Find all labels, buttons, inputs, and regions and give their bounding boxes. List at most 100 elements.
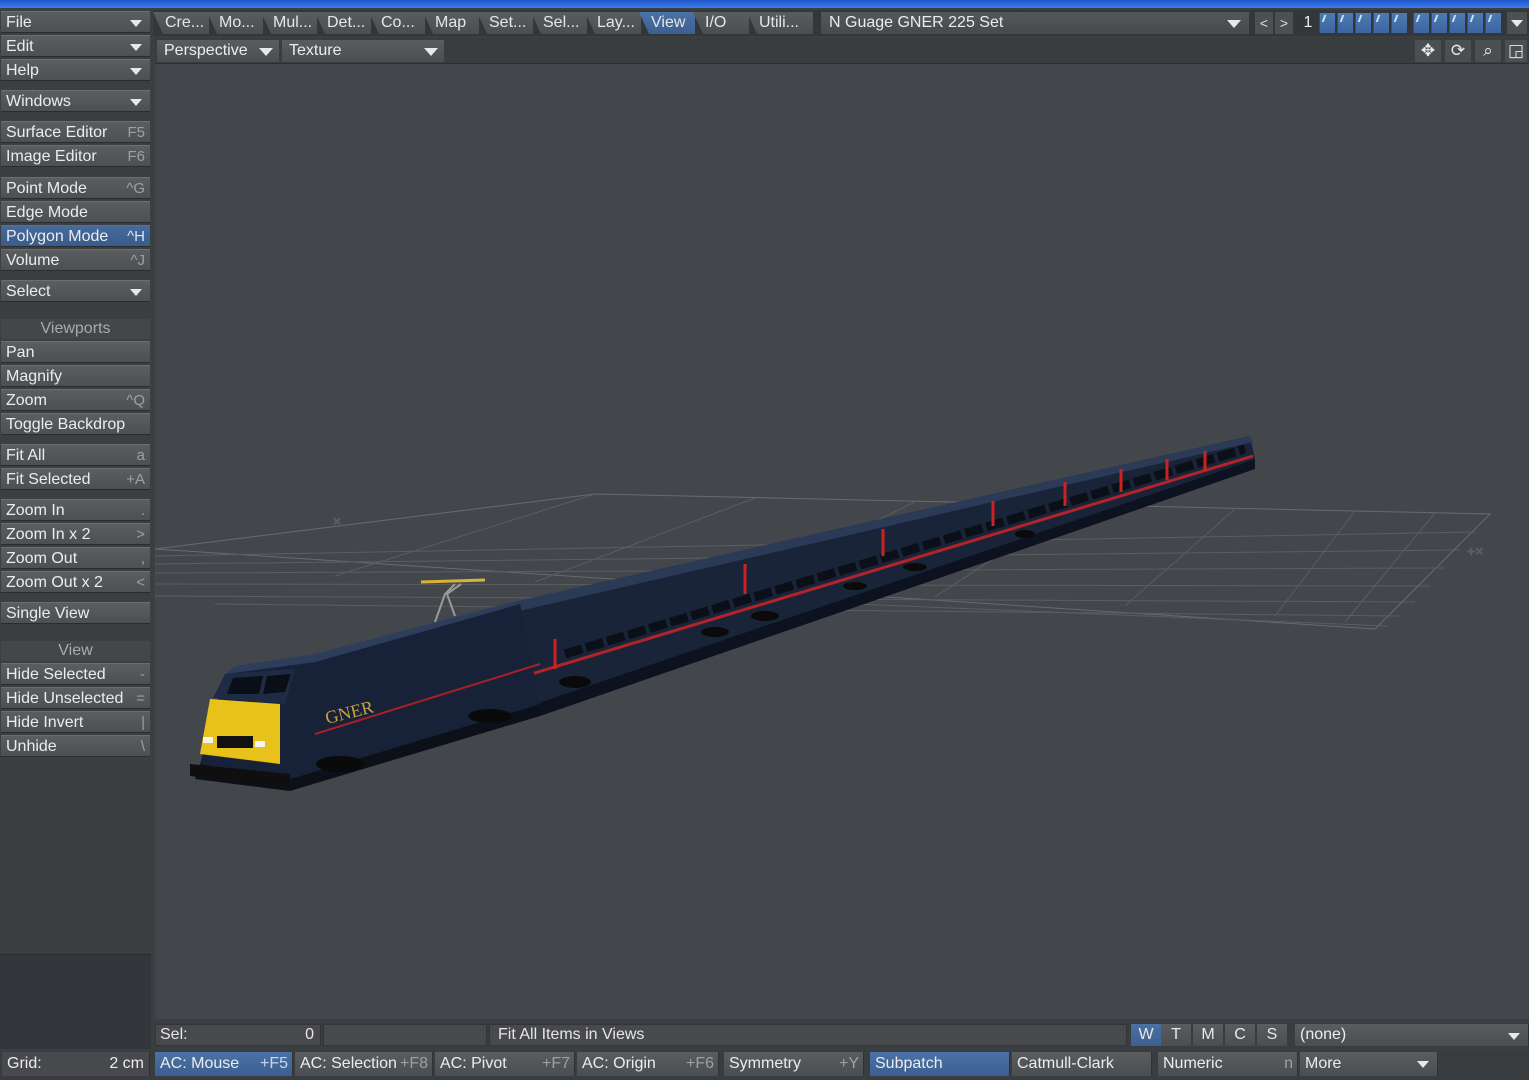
- polygon-mode-button[interactable]: Polygon Mode ^H: [1, 225, 150, 247]
- tab-create[interactable]: Cre...: [153, 12, 209, 34]
- shortcut-hint: <: [136, 574, 145, 591]
- tab-io[interactable]: I/O: [693, 12, 749, 34]
- morph-map-button[interactable]: M: [1193, 1024, 1223, 1046]
- tab-view[interactable]: View: [639, 12, 695, 34]
- single-view-button[interactable]: Single View: [1, 602, 150, 624]
- shortcut-hint: +F7: [541, 1055, 570, 1072]
- zoom-view-icon[interactable]: ⌕: [1475, 40, 1501, 62]
- layer-slot[interactable]: [1391, 13, 1407, 33]
- status-hint: Fit All Items in Views: [489, 1024, 1127, 1046]
- point-mode-button[interactable]: Point Mode ^G: [1, 177, 150, 199]
- layer-slot[interactable]: [1373, 13, 1389, 33]
- maximize-view-icon[interactable]: ◲: [1505, 40, 1527, 62]
- zoom-out-x2-button[interactable]: Zoom Out x 2 <: [1, 571, 150, 593]
- file-menu[interactable]: File: [1, 11, 150, 33]
- button-label: Unhide: [6, 738, 57, 755]
- fit-all-button[interactable]: Fit All a: [1, 444, 150, 466]
- shortcut-hint: \: [140, 738, 145, 755]
- tab-multiply[interactable]: Mul...: [261, 12, 317, 34]
- subpatch-type-button[interactable]: Catmull-Clark: [1012, 1052, 1152, 1076]
- button-label: Zoom Out x 2: [6, 574, 103, 591]
- subpatch-button[interactable]: Subpatch: [870, 1052, 1010, 1076]
- layer-slot[interactable]: [1319, 13, 1335, 33]
- button-label: Zoom: [6, 392, 47, 409]
- tab-construct[interactable]: Co...: [369, 12, 425, 34]
- tab-detail[interactable]: Det...: [315, 12, 371, 34]
- ac-pivot-button[interactable]: AC: Pivot +F7: [435, 1052, 575, 1076]
- unhide-button[interactable]: Unhide \: [1, 735, 150, 757]
- button-label: Hide Unselected: [6, 690, 124, 707]
- shortcut-hint: >: [136, 526, 145, 543]
- button-label: Catmull-Clark: [1017, 1055, 1114, 1072]
- symmetry-button[interactable]: Symmetry +Y: [724, 1052, 864, 1076]
- button-label: Edge Mode: [6, 204, 88, 221]
- layer-slot[interactable]: [1467, 13, 1483, 33]
- layer-slot[interactable]: [1449, 13, 1465, 33]
- surface-editor-button[interactable]: Surface Editor F5: [1, 121, 150, 143]
- toggle-backdrop-button[interactable]: Toggle Backdrop: [1, 413, 150, 435]
- file-menu-label: File: [6, 14, 32, 31]
- button-label: Symmetry: [729, 1055, 801, 1072]
- edit-menu[interactable]: Edit: [1, 35, 150, 57]
- layer-slot[interactable]: [1355, 13, 1371, 33]
- perspective-viewport[interactable]: × +× GNER: [155, 64, 1529, 1019]
- tab-select[interactable]: Sel...: [531, 12, 587, 34]
- ac-selection-button[interactable]: AC: Selection +F8: [295, 1052, 433, 1076]
- chevron-left-icon: <: [1259, 15, 1269, 31]
- layer-menu-button[interactable]: [1507, 12, 1527, 34]
- zoom-in-button[interactable]: Zoom In.: [1, 499, 150, 521]
- edge-mode-button[interactable]: Edge Mode: [1, 201, 150, 223]
- ac-mouse-button[interactable]: AC: Mouse +F5: [155, 1052, 293, 1076]
- select-menu[interactable]: Select: [1, 280, 150, 302]
- next-layer-button[interactable]: >: [1275, 12, 1293, 34]
- magnify-button[interactable]: Magnify: [1, 365, 150, 387]
- tab-layout[interactable]: Lay...: [585, 12, 641, 34]
- render-mode-dropdown[interactable]: Texture: [282, 40, 444, 62]
- tab-map[interactable]: Map: [423, 12, 479, 34]
- chevron-down-icon: [1508, 1033, 1520, 1040]
- tab-utilities[interactable]: Utili...: [747, 12, 813, 34]
- windows-menu[interactable]: Windows: [1, 90, 150, 112]
- more-menu[interactable]: More: [1300, 1052, 1438, 1076]
- hide-selected-button[interactable]: Hide Selected -: [1, 663, 150, 685]
- image-editor-button[interactable]: Image Editor F6: [1, 145, 150, 167]
- status-bar-top: Sel: 0 Fit All Items in Views W T M C S …: [155, 1022, 1529, 1048]
- numeric-button[interactable]: Numeric n: [1158, 1052, 1298, 1076]
- layer-slot[interactable]: [1337, 13, 1353, 33]
- hide-invert-button[interactable]: Hide Invert |: [1, 711, 150, 733]
- ac-origin-button[interactable]: AC: Origin +F6: [577, 1052, 719, 1076]
- layer-slot[interactable]: [1431, 13, 1447, 33]
- shortcut-hint: +F8: [399, 1055, 428, 1072]
- grid-size-display: Grid: 2 cm: [2, 1052, 150, 1076]
- prev-layer-button[interactable]: <: [1255, 12, 1273, 34]
- layer-slot[interactable]: [1485, 13, 1501, 33]
- zoom-out-button[interactable]: Zoom Out,: [1, 547, 150, 569]
- projection-dropdown[interactable]: Perspective: [157, 40, 279, 62]
- tab-setup[interactable]: Set...: [477, 12, 533, 34]
- fit-selected-button[interactable]: Fit Selected +A: [1, 468, 150, 490]
- shortcut-hint: |: [141, 714, 145, 731]
- layer-slot[interactable]: [1413, 13, 1429, 33]
- projection-value: Perspective: [164, 42, 248, 59]
- help-menu[interactable]: Help: [1, 59, 150, 81]
- zoom-button[interactable]: Zoom ^Q: [1, 389, 150, 411]
- tab-bar: Cre... Mo... Mul... Det... Co... Map Set…: [153, 10, 1529, 36]
- hide-unselected-button[interactable]: Hide Unselected =: [1, 687, 150, 709]
- button-label: AC: Pivot: [440, 1055, 507, 1072]
- shortcut-hint: a: [136, 447, 145, 464]
- pan-button[interactable]: Pan: [1, 341, 150, 363]
- color-map-button[interactable]: C: [1225, 1024, 1255, 1046]
- tab-modify[interactable]: Mo...: [207, 12, 263, 34]
- tab-label: Sel...: [543, 14, 580, 31]
- rotate-view-icon[interactable]: ⟳: [1445, 40, 1471, 62]
- weight-map-button[interactable]: W: [1131, 1024, 1161, 1046]
- zoom-in-x2-button[interactable]: Zoom In x 2 >: [1, 523, 150, 545]
- move-view-icon[interactable]: ✥: [1415, 40, 1441, 62]
- selection-set-button[interactable]: S: [1257, 1024, 1287, 1046]
- shortcut-hint: ^G: [126, 180, 145, 197]
- shortcut-hint: +F6: [685, 1055, 714, 1072]
- texture-map-button[interactable]: T: [1161, 1024, 1191, 1046]
- volume-button[interactable]: Volume ^J: [1, 249, 150, 271]
- layer-object-dropdown[interactable]: N Guage GNER 225 Set: [821, 12, 1249, 34]
- vertex-map-dropdown[interactable]: (none): [1295, 1024, 1529, 1046]
